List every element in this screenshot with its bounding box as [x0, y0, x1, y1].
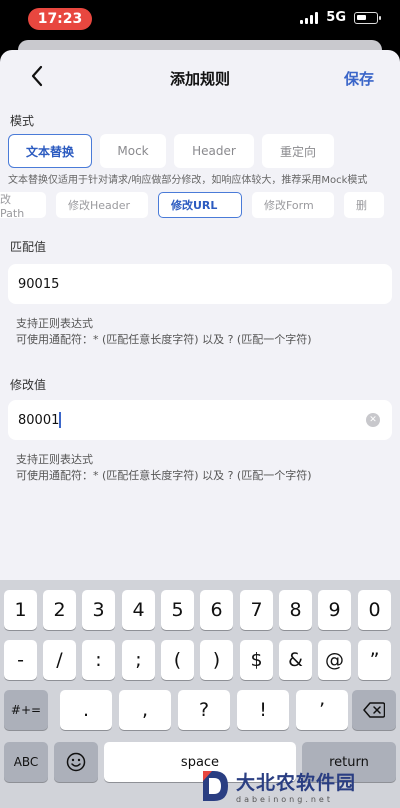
- modify-value-label: 修改值: [10, 378, 47, 392]
- clear-icon[interactable]: ✕: [366, 413, 380, 427]
- modify-hint-regex: 支持正则表达式: [16, 453, 93, 466]
- key-comma[interactable]: ,: [119, 690, 171, 730]
- cellular-signal-icon: [300, 11, 319, 24]
- key-abc[interactable]: ABC: [4, 742, 48, 782]
- key-3[interactable]: 3: [82, 590, 115, 630]
- key-colon[interactable]: :: [82, 640, 115, 680]
- status-bar: 17:23 5G: [0, 0, 400, 36]
- mode-text-replace[interactable]: 文本替换: [8, 134, 92, 168]
- mode-redirect[interactable]: 重定向: [262, 134, 334, 168]
- modify-value-input[interactable]: 80001 ✕: [8, 400, 392, 440]
- key-4[interactable]: 4: [122, 590, 155, 630]
- sub-tab-header[interactable]: 修改Header: [56, 192, 148, 218]
- mode-mock[interactable]: Mock: [100, 134, 166, 168]
- sub-tab-path[interactable]: 改Path: [0, 192, 46, 220]
- key-exclamation[interactable]: !: [237, 690, 289, 730]
- key-question[interactable]: ?: [178, 690, 230, 730]
- key-semicolon[interactable]: ;: [122, 640, 155, 680]
- key-dollar[interactable]: $: [240, 640, 273, 680]
- key-at[interactable]: @: [318, 640, 351, 680]
- key-ampersand[interactable]: &: [279, 640, 312, 680]
- key-8[interactable]: 8: [279, 590, 312, 630]
- emoji-icon: [66, 752, 86, 772]
- key-2[interactable]: 2: [43, 590, 76, 630]
- match-value-input[interactable]: 90015: [8, 264, 392, 304]
- match-hint-regex: 支持正则表达式: [16, 317, 93, 330]
- mode-selector: 文本替换 Mock Header 重定向: [8, 134, 334, 168]
- key-period[interactable]: .: [60, 690, 112, 730]
- match-value-text: 90015: [18, 276, 60, 292]
- key-open-paren[interactable]: (: [161, 640, 194, 680]
- key-backspace[interactable]: [352, 690, 396, 730]
- watermark-en: dabeinong.net: [236, 795, 333, 804]
- battery-icon: [354, 11, 381, 24]
- network-type: 5G: [326, 10, 346, 25]
- key-slash[interactable]: /: [43, 640, 76, 680]
- backspace-icon: [363, 702, 385, 718]
- modify-hint-wildcard: 可使用通配符：* (匹配任意长度字符) 以及 ? (匹配一个字符): [16, 469, 312, 482]
- key-1[interactable]: 1: [4, 590, 37, 630]
- text-cursor: [59, 412, 62, 428]
- status-indicators: 5G: [300, 10, 381, 25]
- key-5[interactable]: 5: [161, 590, 194, 630]
- key-emoji[interactable]: [54, 742, 98, 782]
- mode-header[interactable]: Header: [174, 134, 254, 168]
- key-9[interactable]: 9: [318, 590, 351, 630]
- status-time: 17:23: [28, 8, 92, 30]
- watermark: 大北农软件园 dabeinong.net: [200, 764, 400, 808]
- key-0[interactable]: 0: [358, 590, 391, 630]
- key-hyphen[interactable]: -: [4, 640, 37, 680]
- watermark-logo-icon: [203, 771, 228, 801]
- match-hint-wildcard: 可使用通配符：* (匹配任意长度字符) 以及 ? (匹配一个字符): [16, 333, 312, 346]
- watermark-cn: 大北农软件园: [236, 772, 357, 794]
- modify-value-text: 80001: [18, 412, 60, 428]
- page-title: 添加规则: [169, 70, 230, 88]
- sub-tab-form[interactable]: 修改Form: [252, 192, 334, 218]
- key-quote[interactable]: ”: [358, 640, 391, 680]
- save-button[interactable]: 保存: [344, 68, 374, 89]
- key-close-paren[interactable]: ): [200, 640, 233, 680]
- key-apostrophe[interactable]: ’: [296, 690, 348, 730]
- nav-bar: 添加规则 保存: [0, 50, 400, 102]
- key-7[interactable]: 7: [240, 590, 273, 630]
- mode-description: 文本替换仅适用于针对请求/响应做部分修改，如响应体较大，推荐采用Mock模式: [8, 175, 368, 186]
- key-symbols-toggle[interactable]: #+=: [4, 690, 48, 730]
- sub-tabs: 改Path 修改Header 修改URL 修改Form 删: [0, 192, 400, 220]
- sub-tab-url[interactable]: 修改URL: [158, 192, 242, 218]
- sub-tab-delete[interactable]: 删: [344, 192, 384, 218]
- match-value-label: 匹配值: [10, 240, 47, 254]
- key-6[interactable]: 6: [200, 590, 233, 630]
- add-rule-sheet: 添加规则 保存 模式 文本替换 Mock Header 重定向 文本替换仅适用于…: [0, 50, 400, 580]
- mode-label: 模式: [10, 114, 35, 128]
